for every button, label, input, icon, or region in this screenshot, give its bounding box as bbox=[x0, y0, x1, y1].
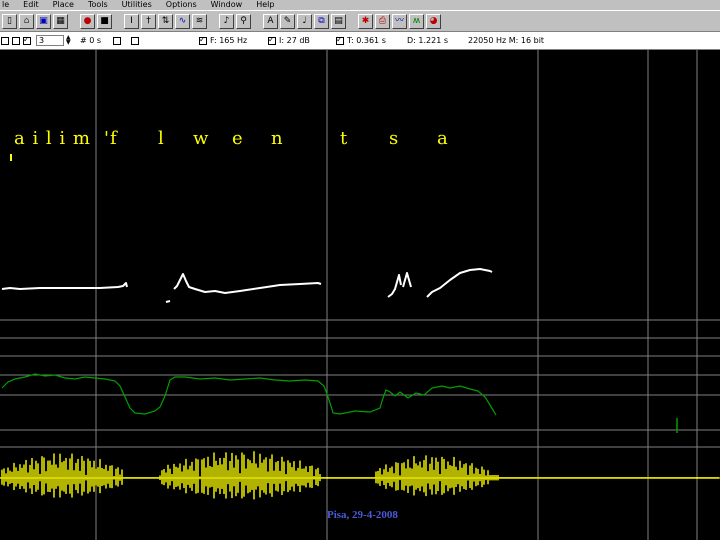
freq-readout: F: 165 Hz bbox=[210, 36, 248, 45]
spectrum-icon[interactable]: ≋ bbox=[192, 13, 207, 29]
pitch-curve bbox=[1, 268, 493, 303]
time-readout: T: 0.361 s bbox=[347, 36, 386, 45]
transcription-segment: a bbox=[437, 128, 449, 149]
duration-readout: D: 1.221 s bbox=[407, 36, 449, 45]
freq-checkbox[interactable] bbox=[199, 35, 207, 45]
waveform-icon[interactable]: ∿ bbox=[175, 13, 190, 29]
checkbox-5[interactable] bbox=[131, 37, 139, 45]
waveform bbox=[0, 451, 719, 500]
menu-bar: le Edit Place Tools Utilities Options Wi… bbox=[0, 0, 720, 10]
cursor-icon[interactable]: I bbox=[124, 13, 139, 29]
grid-lines bbox=[0, 50, 720, 540]
transcription-segment: l bbox=[158, 128, 165, 149]
color-icon[interactable]: ◕ bbox=[426, 13, 441, 29]
menu-options[interactable]: Options bbox=[166, 0, 197, 10]
speaker-icon[interactable]: ♪ bbox=[219, 13, 234, 29]
note-icon[interactable]: ♩ bbox=[297, 13, 312, 29]
transcription-marker bbox=[10, 154, 12, 161]
transcription-segment: t bbox=[340, 128, 349, 149]
level-readout: I: 27 dB bbox=[279, 36, 310, 45]
transcription-segment: s bbox=[389, 128, 400, 149]
save-icon[interactable]: ▣ bbox=[36, 13, 51, 29]
analysis-graph[interactable] bbox=[0, 50, 720, 540]
menu-edit[interactable]: Edit bbox=[23, 0, 39, 10]
pin-icon[interactable]: ✱ bbox=[358, 13, 373, 29]
transcription-segment: n bbox=[271, 128, 284, 149]
checkbox-3[interactable] bbox=[23, 35, 31, 45]
intensity-curve bbox=[1, 373, 678, 433]
spinner-arrows-icon[interactable]: ▲ ▼ bbox=[66, 35, 71, 46]
stop-icon[interactable]: ■ bbox=[97, 13, 112, 29]
new-file-icon[interactable]: ▯ bbox=[2, 13, 17, 29]
print-icon[interactable]: ⎙ bbox=[375, 13, 390, 29]
transcription-segment: e bbox=[232, 128, 244, 149]
paste-icon[interactable]: ▤ bbox=[331, 13, 346, 29]
grid-icon[interactable]: ▦ bbox=[53, 13, 68, 29]
level-checkbox[interactable] bbox=[268, 35, 276, 45]
status-bar: 3 ▲▼ # 0 s F: 165 Hz I: 27 dB T: 0.361 s… bbox=[0, 32, 720, 50]
plot-area[interactable]: a i l i m 'f l w e n t s a Pisa, 29-4-2008 bbox=[0, 50, 720, 540]
transcription-segment: a i l i m bbox=[14, 128, 91, 149]
pitch-icon[interactable]: ʍ bbox=[409, 13, 424, 29]
wave-icon[interactable]: 〰 bbox=[392, 13, 407, 29]
record-icon[interactable]: ● bbox=[80, 13, 95, 29]
checkbox-2[interactable] bbox=[12, 37, 20, 45]
zoom-icon[interactable]: ⚲ bbox=[236, 13, 251, 29]
menu-place[interactable]: Place bbox=[53, 0, 74, 10]
copy-icon[interactable]: ⧉ bbox=[314, 13, 329, 29]
edit-text-icon[interactable]: ✎ bbox=[280, 13, 295, 29]
menu-help[interactable]: Help bbox=[256, 0, 274, 10]
zoom-readout: # 0 s bbox=[80, 36, 102, 45]
date-caption: Pisa, 29-4-2008 bbox=[327, 509, 398, 521]
transcription-segment: 'f bbox=[104, 128, 118, 149]
checkbox-4[interactable] bbox=[113, 37, 121, 45]
menu-file[interactable]: le bbox=[2, 0, 9, 10]
toolbar: ▯ ⌂ ▣ ▦ ● ■ I † ⇅ ∿ ≋ ♪ ⚲ A ✎ ♩ ⧉ ▤ ✱ ⎙ … bbox=[0, 10, 720, 32]
menu-tools[interactable]: Tools bbox=[88, 0, 108, 10]
transcription-segment: w bbox=[193, 128, 210, 149]
menu-window[interactable]: Window bbox=[211, 0, 243, 10]
open-folder-icon[interactable]: ⌂ bbox=[19, 13, 34, 29]
checkbox-1[interactable] bbox=[1, 37, 9, 45]
scale-icon[interactable]: ⇅ bbox=[158, 13, 173, 29]
rate-readout: 22050 Hz M: 16 bit bbox=[468, 36, 545, 45]
time-checkbox[interactable] bbox=[336, 35, 344, 45]
font-icon[interactable]: A bbox=[263, 13, 278, 29]
channel-spinner[interactable]: 3 bbox=[36, 35, 64, 46]
marker-icon[interactable]: † bbox=[141, 13, 156, 29]
menu-utilities[interactable]: Utilities bbox=[122, 0, 152, 10]
